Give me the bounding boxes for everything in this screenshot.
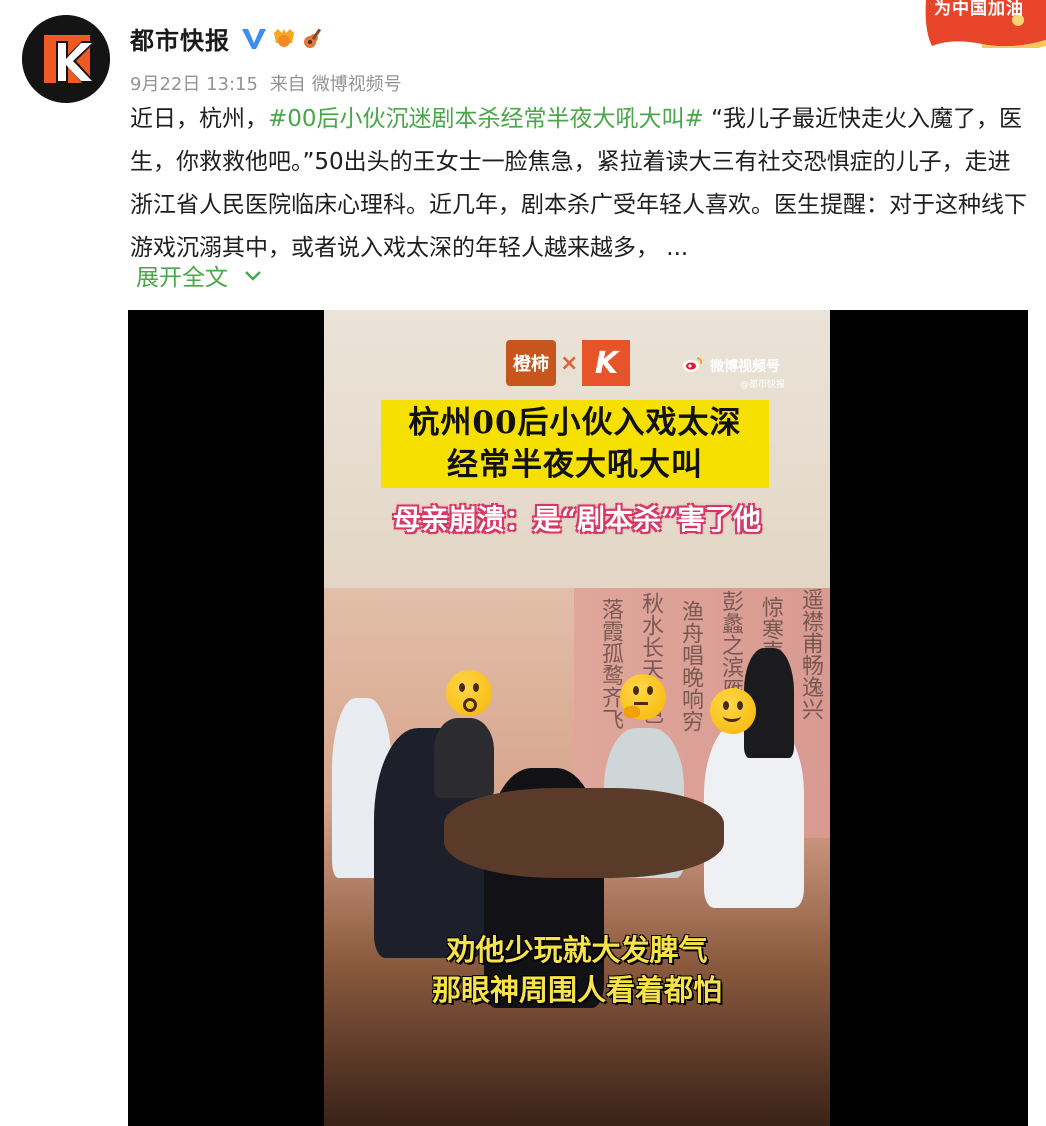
calligraphy-mark: 渔舟唱晚响穷 bbox=[678, 600, 703, 732]
chengshi-logo: 橙柿 bbox=[506, 340, 556, 386]
verified-icon bbox=[240, 25, 268, 51]
post-text: 近日，杭州，#00后小伙沉迷剧本杀经常半夜大吼大叫# “我儿子最近快走火入魔了，… bbox=[130, 98, 1030, 270]
calligraphy-mark: 落霞孤鹜齐飞 bbox=[598, 598, 623, 730]
headline-line-2: 经常半夜大吼大叫 bbox=[447, 447, 703, 483]
source-prefix: 来自 bbox=[269, 74, 306, 95]
dushi-kuaibao-logo-icon bbox=[22, 15, 110, 103]
video-scene-image: 落霞孤鹜齐飞 秋水长天一色 渔舟唱晚响穷 彭蠡之滨雁阵 惊寒声断衡阳 遥襟甫畅逸… bbox=[324, 588, 830, 1126]
calligraphy-mark: 遥襟甫畅逸兴 bbox=[798, 588, 823, 720]
smiling-face-icon bbox=[710, 688, 756, 734]
video-player[interactable]: 橙柿 × K 微博视频号 @都市快报 杭州00后小伙入戏太深 经常半夜大吼大叫 … bbox=[128, 310, 1028, 1126]
post-time[interactable]: 9月22日 13:15 bbox=[130, 74, 258, 95]
post-meta: 9月22日 13:15 来自 微博视频号 bbox=[130, 70, 408, 96]
caption-line-1: 劝他少玩就大发脾气 bbox=[446, 933, 708, 967]
watermark-main: 微博视频号 bbox=[710, 359, 780, 375]
post-text-intro: 近日，杭州， bbox=[130, 106, 268, 132]
caption-line-2: 那眼神周围人看着都怕 bbox=[431, 973, 722, 1007]
video-frame: 橙柿 × K 微博视频号 @都市快报 杭州00后小伙入戏太深 经常半夜大吼大叫 … bbox=[324, 310, 830, 1126]
promo-banner[interactable]: 为中国加油 bbox=[922, 0, 1046, 53]
expand-full-text-button[interactable]: 展开全文 bbox=[136, 258, 262, 292]
avatar[interactable] bbox=[22, 15, 110, 103]
video-logos: 橙柿 × K bbox=[506, 340, 631, 386]
video-headline: 杭州00后小伙入戏太深 经常半夜大吼大叫 bbox=[381, 400, 769, 488]
video-subhead: 母亲崩溃：是“剧本杀”害了他 bbox=[392, 503, 762, 536]
promo-banner-text: 为中国加油 bbox=[934, 0, 1024, 19]
chevron-down-icon bbox=[244, 262, 262, 288]
weibo-video-watermark: 微博视频号 @都市快报 bbox=[682, 355, 785, 390]
expand-label: 展开全文 bbox=[136, 265, 228, 291]
guitar-badge-icon bbox=[300, 25, 328, 51]
user-name[interactable]: 都市快报 bbox=[130, 21, 230, 56]
logo-separator: × bbox=[560, 350, 579, 376]
video-caption: 劝他少玩就大发脾气 那眼神周围人看着都怕 bbox=[324, 930, 830, 1010]
post-source[interactable]: 微博视频号 bbox=[312, 74, 402, 95]
surprised-face-icon bbox=[446, 670, 492, 716]
member-badge-icon bbox=[270, 25, 298, 51]
headline-line-1: 杭州00后小伙入戏太深 bbox=[408, 405, 742, 441]
thinking-face-icon bbox=[620, 674, 666, 720]
weibo-icon bbox=[682, 355, 704, 377]
person-silhouette bbox=[434, 718, 494, 798]
kuaibao-logo: K bbox=[582, 340, 631, 386]
hashtag-link[interactable]: #00后小伙沉迷剧本杀经常半夜大吼大叫# bbox=[268, 106, 704, 132]
table bbox=[444, 788, 724, 878]
watermark-sub: @都市快报 bbox=[740, 380, 786, 390]
